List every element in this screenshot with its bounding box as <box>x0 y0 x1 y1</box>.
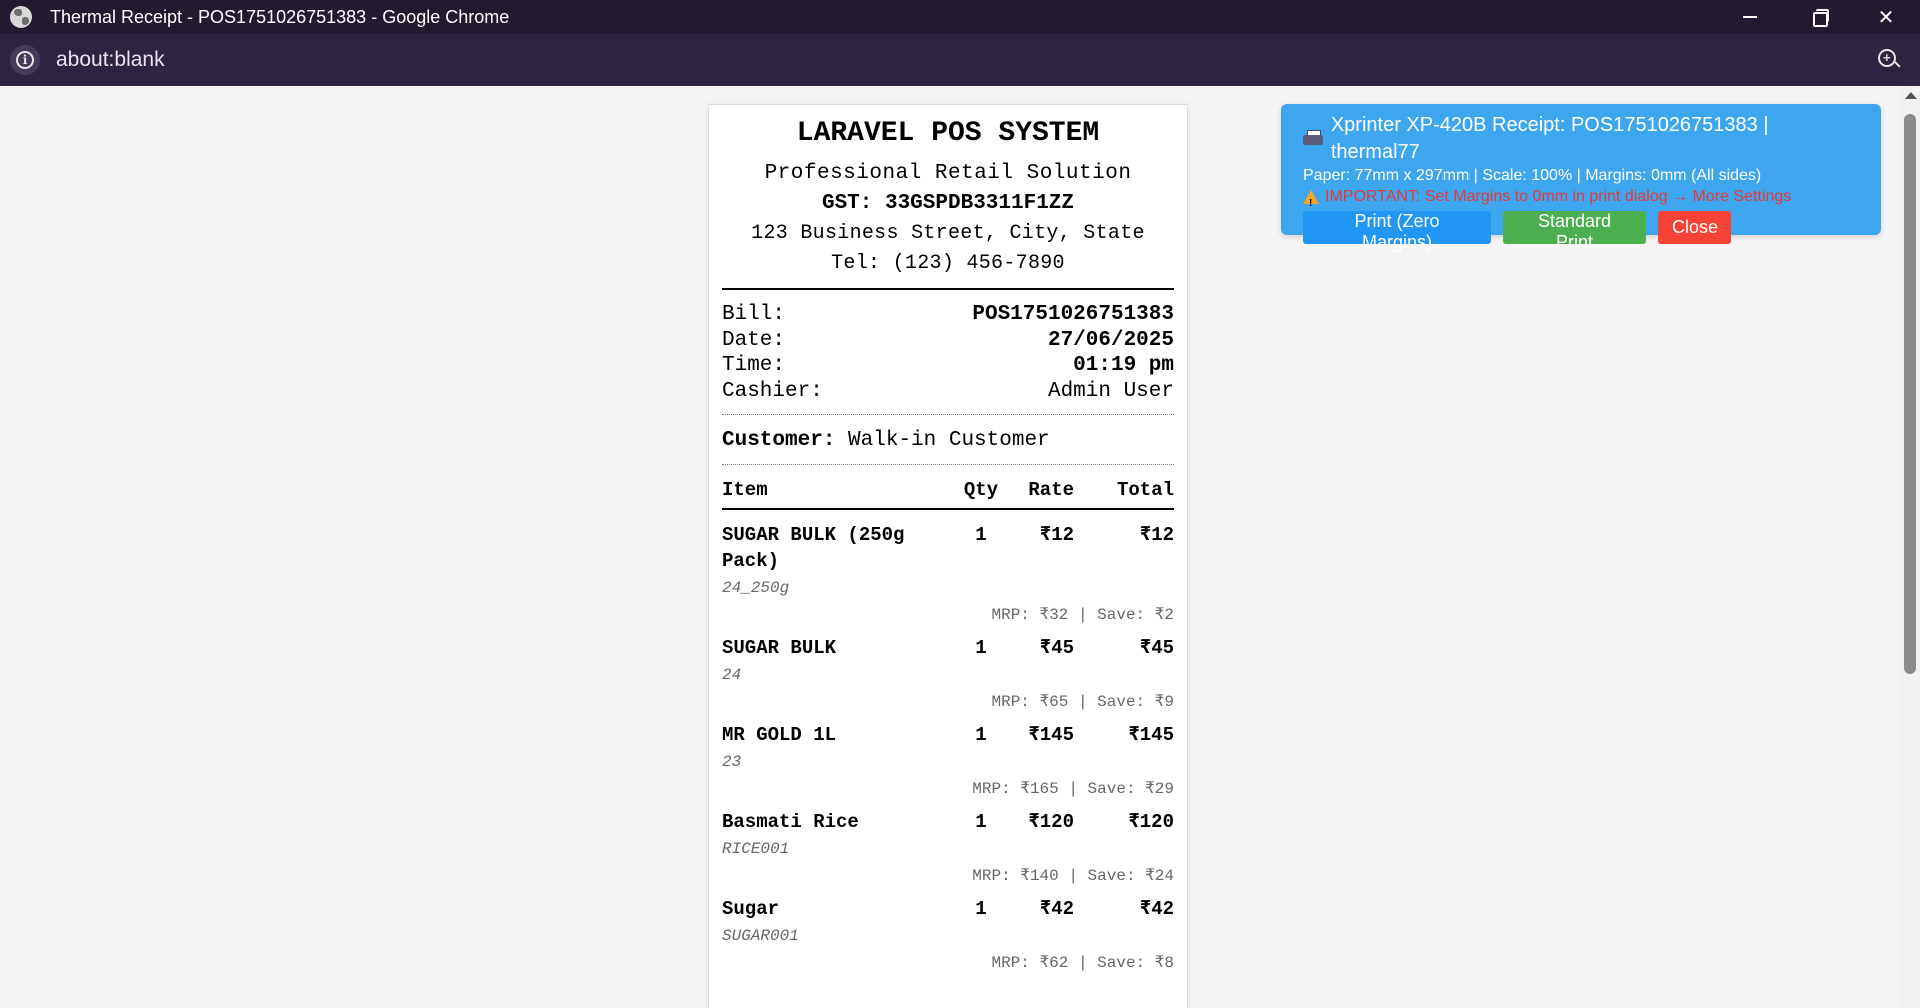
print-panel-title: Xprinter XP-420B Receipt: POS17510267513… <box>1330 114 1769 163</box>
item-rate: ₹45 <box>1039 637 1074 659</box>
close-window-button[interactable]: ✕ <box>1852 0 1920 34</box>
print-panel: Xprinter XP-420B Receipt: POS17510267513… <box>1281 104 1881 252</box>
item-qty: 1 <box>975 524 987 546</box>
item-qty: 1 <box>975 724 987 746</box>
bill-value: POS1751026751383 <box>972 303 1174 326</box>
item-code: RICE001 <box>722 840 790 858</box>
cashier-label: Cashier: <box>722 379 823 403</box>
col-item: Item <box>722 479 768 501</box>
store-phone: Tel: (123) 456-7890 <box>831 252 1065 275</box>
print-panel-title-row: Xprinter XP-420B Receipt: POS17510267513… <box>1303 112 1859 166</box>
globe-icon <box>10 6 32 28</box>
item-savings: MRP: ₹65 | Save: ₹9 <box>991 693 1175 711</box>
bill-row: Bill: POS1751026751383 <box>722 302 1174 328</box>
item-total: ₹120 <box>1128 811 1174 833</box>
item-savings: MRP: ₹165 | Save: ₹29 <box>972 780 1174 798</box>
warning-icon: ! <box>1303 189 1319 209</box>
url-field[interactable]: about:blank <box>56 48 165 72</box>
cashier-value: Admin User <box>1047 379 1174 403</box>
item-code: 23 <box>722 753 742 771</box>
item-qty: 1 <box>975 811 987 833</box>
customer-row: Customer: Walk-in Customer <box>722 428 1174 454</box>
receipt-item: SUGAR BULK 1 ₹45 ₹45 24 MRP: ₹65 | Save:… <box>722 635 1174 712</box>
item-rate: ₹42 <box>1039 898 1074 920</box>
item-code: 24_250g <box>722 579 790 597</box>
customer-label: Customer: <box>722 429 836 452</box>
address-bar: i about:blank + <box>0 34 1920 86</box>
col-qty: Qty <box>963 479 999 501</box>
info-icon: i <box>16 51 34 69</box>
scrollbar-thumb[interactable] <box>1904 114 1916 674</box>
col-total: Total <box>1116 479 1174 501</box>
divider <box>722 288 1174 290</box>
store-tagline: Professional Retail Solution <box>764 162 1132 185</box>
cashier-row: Cashier: Admin User <box>722 379 1174 405</box>
date-row: Date: 27/06/2025 <box>722 328 1174 354</box>
bill-label: Bill: <box>722 303 786 326</box>
gst-number: GST: 33GSPDB3311F1ZZ <box>821 192 1075 215</box>
receipt-item: Basmati Rice 1 ₹120 ₹120 RICE001 MRP: ₹1… <box>722 809 1174 886</box>
print-panel-buttons: Print (Zero Margins) Standard Print Clos… <box>1303 211 1859 252</box>
item-name: SUGAR BULK <box>722 637 837 659</box>
receipt-item: MR GOLD 1L 1 ₹145 ₹145 23 MRP: ₹165 | Sa… <box>722 722 1174 799</box>
time-row: Time: 01:19 pm <box>722 353 1174 379</box>
window-controls: ✕ <box>1716 0 1920 34</box>
item-total: ₹12 <box>1139 524 1174 546</box>
item-rate: ₹120 <box>1028 811 1074 833</box>
date-value: 27/06/2025 <box>1047 328 1174 352</box>
item-qty: 1 <box>975 637 987 659</box>
item-code: 24 <box>722 666 742 684</box>
site-info-button[interactable]: i <box>10 45 40 75</box>
print-panel-warning-row: ! IMPORTANT: Set Margins to 0mm in print… <box>1303 186 1859 209</box>
item-total: ₹45 <box>1139 637 1174 659</box>
divider <box>722 414 1174 415</box>
page-viewport: LARAVEL POS SYSTEM Professional Retail S… <box>0 86 1920 1008</box>
time-label: Time: <box>722 354 786 377</box>
item-savings: MRP: ₹140 | Save: ₹24 <box>972 867 1174 885</box>
receipt-item: SUGAR BULK (250g Pack) 1 ₹12 ₹12 24_250g… <box>722 522 1174 625</box>
scroll-up-arrow-icon[interactable] <box>1905 92 1917 99</box>
standard-print-button[interactable]: Standard Print <box>1503 211 1646 252</box>
items-header: Item Qty Rate Total <box>722 478 1174 510</box>
customer-name: Walk-in Customer <box>848 429 1050 452</box>
date-label: Date: <box>722 328 786 352</box>
store-address: 123 Business Street, City, State <box>751 222 1145 245</box>
window-title: Thermal Receipt - POS1751026751383 - Goo… <box>50 6 510 27</box>
zoom-icon[interactable]: + <box>1878 49 1900 71</box>
window-titlebar: Thermal Receipt - POS1751026751383 - Goo… <box>0 0 1920 34</box>
item-name: Sugar <box>722 898 780 920</box>
item-rate: ₹145 <box>1028 724 1074 746</box>
item-savings: MRP: ₹62 | Save: ₹8 <box>991 954 1175 972</box>
item-name: MR GOLD 1L <box>722 724 837 746</box>
restore-button[interactable] <box>1784 0 1852 34</box>
minimize-button[interactable] <box>1716 0 1784 34</box>
receipt-item: Sugar 1 ₹42 ₹42 SUGAR001 MRP: ₹62 | Save… <box>722 896 1174 973</box>
divider <box>722 464 1174 465</box>
close-button[interactable]: Close <box>1658 211 1731 244</box>
col-rate: Rate <box>1028 479 1074 501</box>
vertical-scrollbar[interactable] <box>1900 86 1920 1008</box>
item-savings: MRP: ₹32 | Save: ₹2 <box>991 606 1175 624</box>
print-panel-warning: IMPORTANT: Set Margins to 0mm in print d… <box>1325 188 1792 205</box>
thermal-receipt: LARAVEL POS SYSTEM Professional Retail S… <box>708 104 1188 1008</box>
item-rate: ₹12 <box>1039 524 1074 546</box>
print-panel-info: Paper: 77mm x 297mm | Scale: 100% | Marg… <box>1303 167 1762 184</box>
print-zero-margins-button[interactable]: Print (Zero Margins) <box>1303 211 1491 252</box>
item-total: ₹42 <box>1139 898 1174 920</box>
item-qty: 1 <box>975 898 987 920</box>
printer-icon <box>1303 130 1323 148</box>
item-name: SUGAR BULK (250g Pack) <box>722 524 905 572</box>
item-code: SUGAR001 <box>722 927 799 945</box>
store-name: LARAVEL POS SYSTEM <box>796 118 1100 149</box>
item-total: ₹145 <box>1128 724 1174 746</box>
time-value: 01:19 pm <box>1073 354 1174 377</box>
item-name: Basmati Rice <box>722 811 859 833</box>
